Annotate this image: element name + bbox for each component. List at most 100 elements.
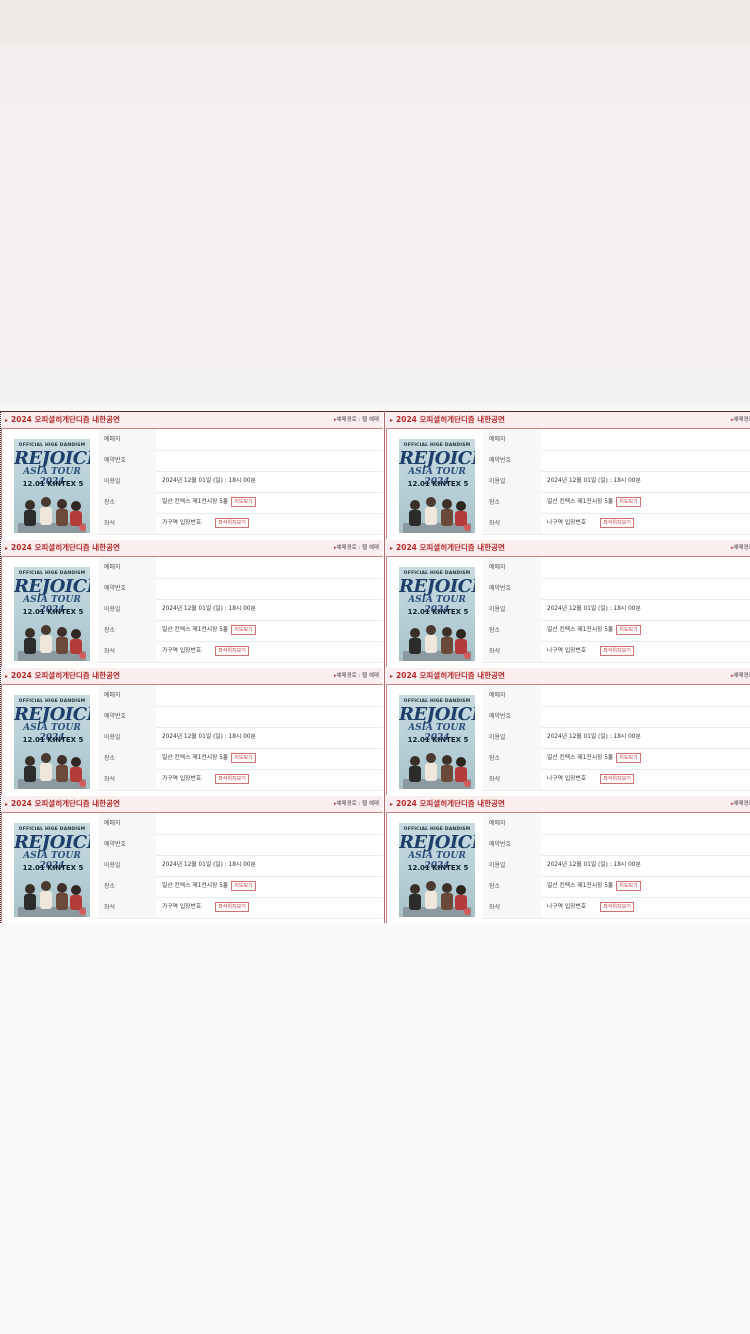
- ticket-card-5[interactable]: 2024 오피셜히게단디즘 내한공연 예매경로 : 웹 예매 OFFICIAL …: [1, 668, 383, 795]
- seat-location-button[interactable]: 좌석위치보기: [215, 645, 249, 656]
- ticket-card-8[interactable]: 2024 오피셜히게단디즘 내한공연 예매경로 : 웹 OFFICIAL HIG…: [386, 796, 750, 923]
- ticket-card-header: 2024 오피셜히게단디즘 내한공연 예매경로 : 웹: [386, 668, 750, 685]
- ticket-title[interactable]: 2024 오피셜히게단디즘 내한공연: [5, 412, 120, 429]
- seat-value: 가구역 입장번호 좌석위치보기: [162, 897, 249, 918]
- poster-image[interactable]: OFFICIAL HIGE DANDISM REJOICE ASIA TOUR …: [399, 439, 475, 533]
- ticket-card-header: 2024 오피셜히게단디즘 내한공연 예매경로 : 웹 예매: [1, 668, 383, 685]
- row-label: 좌석: [483, 641, 541, 662]
- venue-value: 일산 킨텍스 제1전시장 5홀 지도보기: [162, 748, 256, 769]
- ticket-title[interactable]: 2024 오피셜히게단디즘 내한공연: [5, 540, 120, 557]
- seat-location-button[interactable]: 좌석위치보기: [600, 517, 634, 528]
- venue-text: 일산 킨텍스 제1전시장 5홀: [547, 883, 614, 889]
- row-label: 예약번호: [98, 578, 156, 599]
- row-seat: 좌석 나구역 입장번호 좌석위치보기: [483, 513, 750, 535]
- row-reservation-number: 예약번호: [98, 834, 383, 856]
- poster-title: REJOICE: [14, 832, 90, 853]
- ticket-card-6[interactable]: 2024 오피셜히게단디즘 내한공연 예매경로 : 웹 OFFICIAL HIG…: [386, 668, 750, 795]
- poster-title: REJOICE: [399, 704, 475, 725]
- poster-image[interactable]: OFFICIAL HIGE DANDISM REJOICE ASIA TOUR …: [14, 695, 90, 789]
- row-seat: 좌석 가구역 입장번호 좌석위치보기: [98, 513, 383, 535]
- seat-location-button[interactable]: 좌석위치보기: [215, 517, 249, 528]
- ticket-card-2[interactable]: 2024 오피셜히게단디즘 내한공연 예매경로 : 웹 OFFICIAL HIG…: [386, 412, 750, 539]
- seat-location-button[interactable]: 좌석위치보기: [215, 901, 249, 912]
- row-label: 이용일: [98, 599, 156, 620]
- venue-value: 일산 킨텍스 제1전시장 5홀 지도보기: [547, 876, 641, 897]
- date-value: 2024년 12월 01일 (일) : 18시 00분: [162, 862, 256, 868]
- row-reservation-number: 예약번호: [483, 450, 750, 472]
- map-button[interactable]: 지도보기: [231, 880, 256, 891]
- ticket-card-body: OFFICIAL HIGE DANDISM REJOICE ASIA TOUR …: [1, 685, 383, 795]
- ticket-card-body: OFFICIAL HIGE DANDISM REJOICE ASIA TOUR …: [386, 813, 750, 923]
- ticket-title[interactable]: 2024 오피셜히게단디즘 내한공연: [390, 540, 505, 557]
- ticket-card-body: OFFICIAL HIGE DANDISM REJOICE ASIA TOUR …: [386, 557, 750, 667]
- poster-date-venue: 12.01 KINTEX 5: [407, 608, 469, 616]
- row-label: 장소: [98, 492, 156, 513]
- seat-location-button[interactable]: 좌석위치보기: [600, 773, 634, 784]
- poster-date-venue: 12.01 KINTEX 5: [22, 864, 84, 872]
- row-booker: 예매자: [98, 685, 383, 707]
- ticket-card-7[interactable]: 2024 오피셜히게단디즘 내한공연 예매경로 : 웹 예매 OFFICIAL …: [1, 796, 383, 923]
- ticket-title[interactable]: 2024 오피셜히게단디즘 내한공연: [5, 668, 120, 685]
- row-date: 이용일 2024년 12월 01일 (일) : 18시 00분: [98, 599, 383, 621]
- row-label: 예매자: [483, 685, 541, 706]
- poster-date-venue: 12.01 KINTEX 5: [407, 864, 469, 872]
- ticket-card-body: OFFICIAL HIGE DANDISM REJOICE ASIA TOUR …: [1, 557, 383, 667]
- seat-text: 가구역 입장번호: [162, 520, 202, 526]
- seat-location-button[interactable]: 좌석위치보기: [600, 645, 634, 656]
- poster-image[interactable]: OFFICIAL HIGE DANDISM REJOICE ASIA TOUR …: [399, 567, 475, 661]
- poster-image[interactable]: OFFICIAL HIGE DANDISM REJOICE ASIA TOUR …: [399, 695, 475, 789]
- status-bar-band: [0, 0, 750, 44]
- row-reservation-number: 예약번호: [483, 578, 750, 600]
- map-button[interactable]: 지도보기: [616, 496, 641, 507]
- ticket-card-1[interactable]: 2024 오피셜히게단디즘 내한공연 예매경로 : 웹 예매 OFFICIAL …: [1, 412, 383, 539]
- row-venue: 장소 일산 킨텍스 제1전시장 5홀 지도보기: [483, 620, 750, 642]
- poster-image[interactable]: OFFICIAL HIGE DANDISM REJOICE ASIA TOUR …: [14, 823, 90, 917]
- ticket-title[interactable]: 2024 오피셜히게단디즘 내한공연: [390, 412, 505, 429]
- map-button[interactable]: 지도보기: [616, 880, 641, 891]
- poster-title: REJOICE: [14, 576, 90, 597]
- poster-image[interactable]: OFFICIAL HIGE DANDISM REJOICE ASIA TOUR …: [14, 567, 90, 661]
- ticket-card-header: 2024 오피셜히게단디즘 내한공연 예매경로 : 웹: [386, 540, 750, 557]
- row-label: 장소: [483, 748, 541, 769]
- booking-route: 예매경로 : 웹: [731, 668, 750, 684]
- ticket-title[interactable]: 2024 오피셜히게단디즘 내한공연: [390, 668, 505, 685]
- left-edge-dots: [0, 411, 2, 923]
- row-booker: 예매자: [483, 429, 750, 451]
- row-label: 예매자: [98, 813, 156, 834]
- poster-title: REJOICE: [14, 704, 90, 725]
- poster-people-illustration: [18, 753, 86, 789]
- map-button[interactable]: 지도보기: [616, 752, 641, 763]
- row-label: 예매자: [483, 429, 541, 450]
- poster-image[interactable]: OFFICIAL HIGE DANDISM REJOICE ASIA TOUR …: [399, 823, 475, 917]
- venue-value: 일산 킨텍스 제1전시장 5홀 지도보기: [162, 876, 256, 897]
- seat-location-button[interactable]: 좌석위치보기: [215, 773, 249, 784]
- map-button[interactable]: 지도보기: [231, 624, 256, 635]
- row-booker: 예매자: [98, 557, 383, 579]
- row-booker: 예매자: [98, 429, 383, 451]
- ticket-info-table: 예매자 예약번호 이용일 2024년 12월 01일 (일) : 18시 00분…: [98, 685, 383, 795]
- ticket-card-header: 2024 오피셜히게단디즘 내한공연 예매경로 : 웹 예매: [1, 796, 383, 813]
- row-label: 장소: [98, 876, 156, 897]
- row-venue: 장소 일산 킨텍스 제1전시장 5홀 지도보기: [98, 620, 383, 642]
- map-button[interactable]: 지도보기: [231, 496, 256, 507]
- poster-people-illustration: [403, 497, 471, 533]
- row-booker: 예매자: [483, 557, 750, 579]
- ticket-info-table: 예매자 예약번호 이용일 2024년 12월 01일 (일) : 18시 00분…: [483, 685, 750, 795]
- map-button[interactable]: 지도보기: [231, 752, 256, 763]
- ticket-card-3[interactable]: 2024 오피셜히게단디즘 내한공연 예매경로 : 웹 예매 OFFICIAL …: [1, 540, 383, 667]
- row-booker: 예매자: [483, 813, 750, 835]
- ticket-info-table: 예매자 예약번호 이용일 2024년 12월 01일 (일) : 18시 00분…: [98, 813, 383, 923]
- ticket-info-table: 예매자 예약번호 이용일 2024년 12월 01일 (일) : 18시 00분…: [483, 429, 750, 539]
- ticket-title[interactable]: 2024 오피셜히게단디즘 내한공연: [390, 796, 505, 813]
- ticket-info-table: 예매자 예약번호 이용일 2024년 12월 01일 (일) : 18시 00분…: [483, 557, 750, 667]
- poster-image[interactable]: OFFICIAL HIGE DANDISM REJOICE ASIA TOUR …: [14, 439, 90, 533]
- map-button[interactable]: 지도보기: [616, 624, 641, 635]
- row-label: 장소: [483, 620, 541, 641]
- row-reservation-number: 예약번호: [98, 450, 383, 472]
- ticket-title[interactable]: 2024 오피셜히게단디즘 내한공연: [5, 796, 120, 813]
- seat-location-button[interactable]: 좌석위치보기: [600, 901, 634, 912]
- row-label: 예약번호: [483, 706, 541, 727]
- poster-badge-icon: [464, 652, 471, 659]
- date-value: 2024년 12월 01일 (일) : 18시 00분: [547, 734, 641, 740]
- ticket-card-4[interactable]: 2024 오피셜히게단디즘 내한공연 예매경로 : 웹 OFFICIAL HIG…: [386, 540, 750, 667]
